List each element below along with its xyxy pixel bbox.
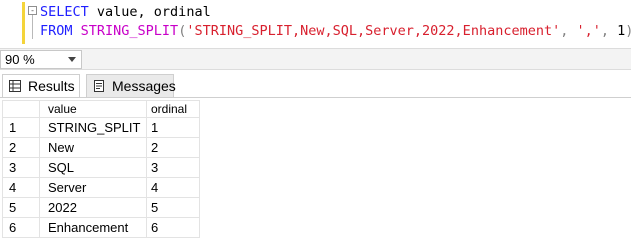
cell-ordinal[interactable]: 4 [146,177,200,198]
cell-value[interactable]: Server [39,177,147,198]
tab-label: Messages [112,78,176,94]
cell-value[interactable]: SQL [39,157,147,178]
cell-value[interactable]: New [39,137,147,158]
table-row[interactable]: 6 Enhancement 6 [2,217,200,238]
cell-value[interactable]: 2022 [39,197,147,218]
separator-literal: ',' [576,23,601,39]
function-name: STRING_SPLIT [80,23,179,39]
cell-ordinal[interactable]: 5 [146,197,200,218]
string-literal: 'STRING_SPLIT,New,SQL,Server,2022,Enhanc… [186,23,561,39]
code-line-1[interactable]: SELECT value, ordinal [40,3,211,21]
row-number[interactable]: 4 [2,177,40,198]
results-grid[interactable]: value ordinal 1 STRING_SPLIT 1 2 New 2 3… [2,100,200,238]
column-header-ordinal[interactable]: ordinal [146,100,200,118]
tabs-divider [0,97,631,98]
header-row: value ordinal [2,100,200,118]
chevron-down-icon[interactable] [68,57,76,62]
column-header-value[interactable]: value [39,100,147,118]
row-number[interactable]: 1 [2,117,40,138]
keyword-from: FROM [40,23,73,39]
row-number[interactable]: 6 [2,217,40,238]
row-number-header[interactable] [2,100,40,118]
collapse-icon[interactable]: - [28,6,37,15]
cell-ordinal[interactable]: 1 [146,117,200,138]
messages-icon [94,80,104,92]
table-row[interactable]: 5 2022 5 [2,197,200,218]
row-number[interactable]: 3 [2,157,40,178]
zoom-dropdown[interactable]: 90 % [0,50,82,69]
keyword-select: SELECT [40,4,89,20]
row-number[interactable]: 5 [2,197,40,218]
cell-ordinal[interactable]: 3 [146,157,200,178]
comma: , [560,23,577,39]
cell-ordinal[interactable]: 2 [146,137,200,158]
table-row[interactable]: 3 SQL 3 [2,157,200,178]
grid-icon [9,80,21,92]
results-tabs: Results Messages [0,74,631,98]
query-editor[interactable]: - SELECT value, ordinal FROM STRING_SPLI… [0,0,631,48]
outline-guide [32,15,33,39]
zoom-bar: 90 % [0,48,631,70]
comma: , [600,23,618,39]
change-indicator [22,2,25,44]
zoom-value: 90 % [5,52,35,67]
cell-value[interactable]: STRING_SPLIT [39,117,147,138]
tab-results[interactable]: Results [2,74,80,98]
code-text: value, ordinal [88,4,211,20]
cell-value[interactable]: Enhancement [39,217,147,238]
table-row[interactable]: 4 Server 4 [2,177,200,198]
cell-ordinal[interactable]: 6 [146,217,200,238]
table-row[interactable]: 2 New 2 [2,137,200,158]
code-line-2[interactable]: FROM STRING_SPLIT('STRING_SPLIT,New,SQL,… [40,22,631,40]
tab-messages[interactable]: Messages [86,74,176,98]
row-number[interactable]: 2 [2,137,40,158]
tab-label: Results [28,78,75,94]
paren-close: ) [625,23,631,39]
table-row[interactable]: 1 STRING_SPLIT 1 [2,117,200,138]
